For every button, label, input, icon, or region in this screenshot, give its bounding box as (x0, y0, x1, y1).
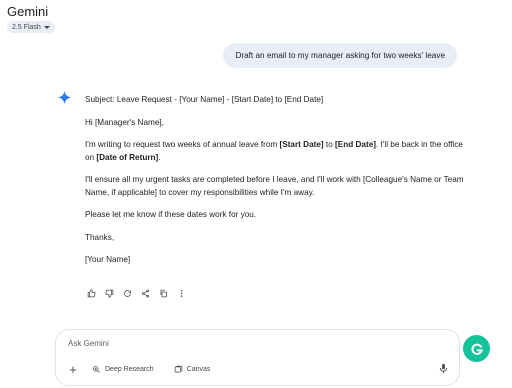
plus-icon[interactable]: + (66, 363, 80, 377)
start-date-placeholder: [Start Date] (279, 140, 324, 149)
model-label: 2.5 Flash (12, 23, 41, 31)
gemini-sparkle-icon (57, 90, 72, 105)
canvas-icon (174, 365, 182, 373)
para1-text-g: . (158, 152, 161, 162)
prompt-input-box[interactable]: Ask Gemini + Deep Research Canvas (55, 329, 460, 386)
user-message: Draft an email to my manager asking for … (223, 43, 457, 68)
response-actions (85, 287, 188, 300)
return-date-placeholder: [Date of Return] (96, 152, 159, 162)
deep-research-button[interactable]: Deep Research (84, 362, 162, 377)
email-paragraph-1: I'm writing to request two weeks of annu… (85, 139, 465, 164)
email-subject: Subject: Leave Request - [Your Name] - [… (85, 95, 324, 104)
email-greeting: Hi [Manager's Name], (85, 117, 164, 127)
microphone-icon[interactable] (438, 363, 449, 374)
grammarly-icon[interactable] (463, 335, 490, 362)
para1-text-c: to (323, 140, 336, 149)
email-paragraph-2: I'll ensure all my urgent tasks are comp… (85, 175, 464, 197)
copy-icon[interactable] (157, 287, 170, 300)
regenerate-icon[interactable] (121, 287, 134, 300)
end-date-placeholder: [End Date] (335, 140, 376, 149)
share-icon[interactable] (139, 287, 152, 300)
deep-research-icon (93, 366, 100, 373)
email-signature: [Your Name] (85, 255, 131, 264)
email-paragraph-3: Please let me know if these dates work f… (85, 210, 257, 219)
canvas-label: Canvas (186, 366, 211, 373)
thumbs-up-icon[interactable] (85, 287, 98, 300)
email-closing: Thanks, (85, 232, 115, 242)
thumbs-down-icon[interactable] (103, 287, 116, 300)
para1-text-a: I'm writing to request two weeks of annu… (85, 140, 280, 149)
chevron-down-icon (43, 25, 50, 29)
model-selector[interactable]: 2.5 Flash (7, 21, 55, 33)
input-toolbar: + Deep Research Canvas (66, 362, 218, 377)
canvas-button[interactable]: Canvas (166, 362, 219, 377)
app-title: Gemini (7, 4, 49, 19)
response-body: Subject: Leave Request - [Your Name] - [… (85, 94, 465, 277)
more-icon[interactable] (175, 287, 188, 300)
prompt-input[interactable]: Ask Gemini (68, 339, 109, 348)
deep-research-label: Deep Research (105, 366, 154, 373)
